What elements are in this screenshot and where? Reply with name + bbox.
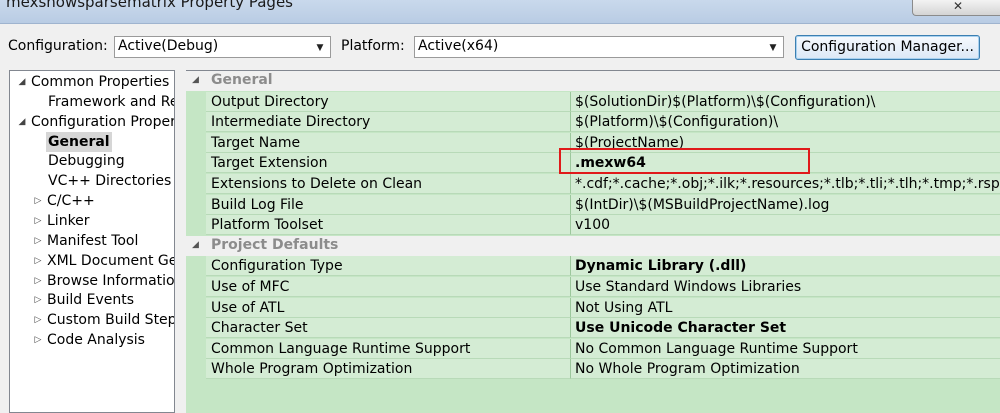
property-row[interactable]: Target Extension .mexw64 [186, 153, 1000, 174]
tree-item-label: Framework and References [48, 93, 174, 110]
tree-item-label: VC++ Directories [48, 173, 172, 190]
tree-item-label: Code Analysis [47, 332, 145, 349]
expand-arrow-icon[interactable]: ▷ [32, 191, 44, 211]
property-value[interactable]: $(IntDir)\$(MSBuildProjectName).log [571, 194, 1000, 215]
configuration-value: Active(Debug) [118, 38, 219, 54]
property-row[interactable]: Use of ATL Not Using ATL [186, 297, 1000, 318]
property-row[interactable]: Intermediate Directory $(Platform)\$(Conf… [186, 112, 1000, 133]
tree-item-label: XML Document Generator [47, 252, 174, 269]
tree-item-label: C/C++ [47, 193, 95, 210]
platform-label: Platform: [341, 38, 405, 54]
property-row[interactable]: Extensions to Delete on Clean *.cdf;*.cac… [186, 174, 1000, 194]
property-value[interactable]: .mexw64 [571, 153, 1000, 174]
close-button[interactable] [912, 0, 1000, 16]
property-value[interactable]: $(Platform)\$(Configuration)\ [571, 112, 1000, 133]
tree-item-label: Linker [47, 212, 90, 229]
property-row[interactable]: Whole Program Optimization No Whole Progr… [186, 359, 1000, 380]
configuration-label: Configuration: [8, 38, 108, 54]
expand-arrow-icon[interactable]: ▷ [32, 271, 44, 291]
tree-item-label: Common Properties [31, 74, 170, 90]
property-name: Build Log File [206, 194, 571, 215]
property-name: Use of MFC [206, 277, 571, 297]
property-row[interactable]: Character Set Use Unicode Character Set [186, 318, 1000, 339]
property-name: Extensions to Delete on Clean [206, 174, 571, 194]
category-row-project-defaults[interactable]: ◢ Project Defaults [186, 235, 1000, 256]
property-grid[interactable]: ◢ General Output Directory $(SolutionDir)$(… [186, 70, 1000, 413]
tree-item-label: Build Events [47, 292, 134, 309]
collapse-arrow-icon[interactable]: ◢ [192, 75, 199, 85]
category-name: General [211, 72, 273, 88]
property-row[interactable]: Build Log File $(IntDir)\$(MSBuildProject… [186, 194, 1000, 215]
property-name: Configuration Type [206, 256, 571, 277]
property-value[interactable]: Dynamic Library (.dll) [571, 256, 1000, 277]
property-value[interactable]: v100 [571, 215, 1000, 236]
platform-dropdown[interactable]: Active(x64) ▼ [414, 36, 784, 58]
property-name: Intermediate Directory [206, 112, 571, 133]
property-value[interactable]: No Whole Program Optimization [571, 359, 1000, 380]
expand-arrow-icon[interactable]: ▷ [32, 310, 44, 330]
window-title: mexshowsparsematrix Property Pages [6, 0, 293, 11]
property-value[interactable]: $(ProjectName) [571, 132, 1000, 153]
configuration-manager-button[interactable]: Configuration Manager... [795, 35, 980, 60]
property-name: Common Language Runtime Support [206, 338, 571, 359]
property-row[interactable]: Configuration Type Dynamic Library (.dll) [186, 256, 1000, 277]
tree-item-label: Manifest Tool [47, 232, 139, 249]
property-name: Target Name [206, 132, 571, 153]
collapse-arrow-icon[interactable]: ◢ [192, 240, 199, 250]
property-value[interactable]: Use Standard Windows Libraries [571, 277, 1000, 297]
platform-value: Active(x64) [418, 38, 499, 54]
category-name: Project Defaults [211, 236, 339, 253]
property-name: Output Directory [206, 91, 571, 112]
property-tree[interactable]: ◢Common PropertiesFramework and Referenc… [9, 70, 175, 413]
tree-item-label: Browse Information [47, 272, 175, 289]
property-name: Character Set [206, 318, 571, 339]
property-value[interactable]: *.cdf;*.cache;*.obj;*.ilk;*.resources;*.… [571, 174, 1000, 194]
title-bar[interactable]: mexshowsparsematrix Property Pages [0, 0, 1000, 24]
chevron-down-icon: ▼ [316, 43, 324, 53]
property-value[interactable]: No Common Language Runtime Support [571, 338, 1000, 359]
property-name: Target Extension [206, 153, 571, 174]
expand-arrow-icon[interactable]: ▷ [32, 231, 44, 251]
property-row[interactable]: Platform Toolset v100 [186, 215, 1000, 236]
property-name: Platform Toolset [206, 215, 571, 236]
property-value[interactable]: Use Unicode Character Set [571, 318, 1000, 339]
property-row[interactable]: Target Name $(ProjectName) [186, 132, 1000, 153]
expand-arrow-icon[interactable]: ▷ [32, 290, 44, 310]
configuration-dropdown[interactable]: Active(Debug) ▼ [114, 36, 331, 58]
collapse-arrow-icon[interactable]: ◢ [16, 112, 28, 132]
expand-arrow-icon[interactable]: ▷ [32, 251, 44, 271]
tree-item-label: Custom Build Step [47, 312, 175, 329]
tree-item-label: Debugging [48, 153, 125, 170]
property-name: Use of ATL [206, 297, 571, 318]
property-value[interactable]: Not Using ATL [571, 297, 1000, 318]
expand-arrow-icon[interactable]: ▷ [32, 211, 44, 231]
property-row[interactable]: Use of MFC Use Standard Windows Libraries [186, 277, 1000, 297]
property-row[interactable]: Output Directory $(SolutionDir)$(Platform… [186, 91, 1000, 112]
tree-item-label: Configuration Properties [31, 113, 174, 130]
tree-item-label: General [46, 131, 112, 152]
expand-arrow-icon[interactable]: ▷ [32, 330, 44, 350]
property-value[interactable]: $(SolutionDir)$(Platform)\$(Configuratio… [571, 91, 1000, 112]
category-row-general[interactable]: ◢ General [186, 71, 1000, 91]
collapse-arrow-icon[interactable]: ◢ [16, 72, 28, 92]
chevron-down-icon: ▼ [769, 43, 777, 53]
property-name: Whole Program Optimization [206, 359, 571, 380]
property-row[interactable]: Common Language Runtime Support No Common… [186, 338, 1000, 359]
